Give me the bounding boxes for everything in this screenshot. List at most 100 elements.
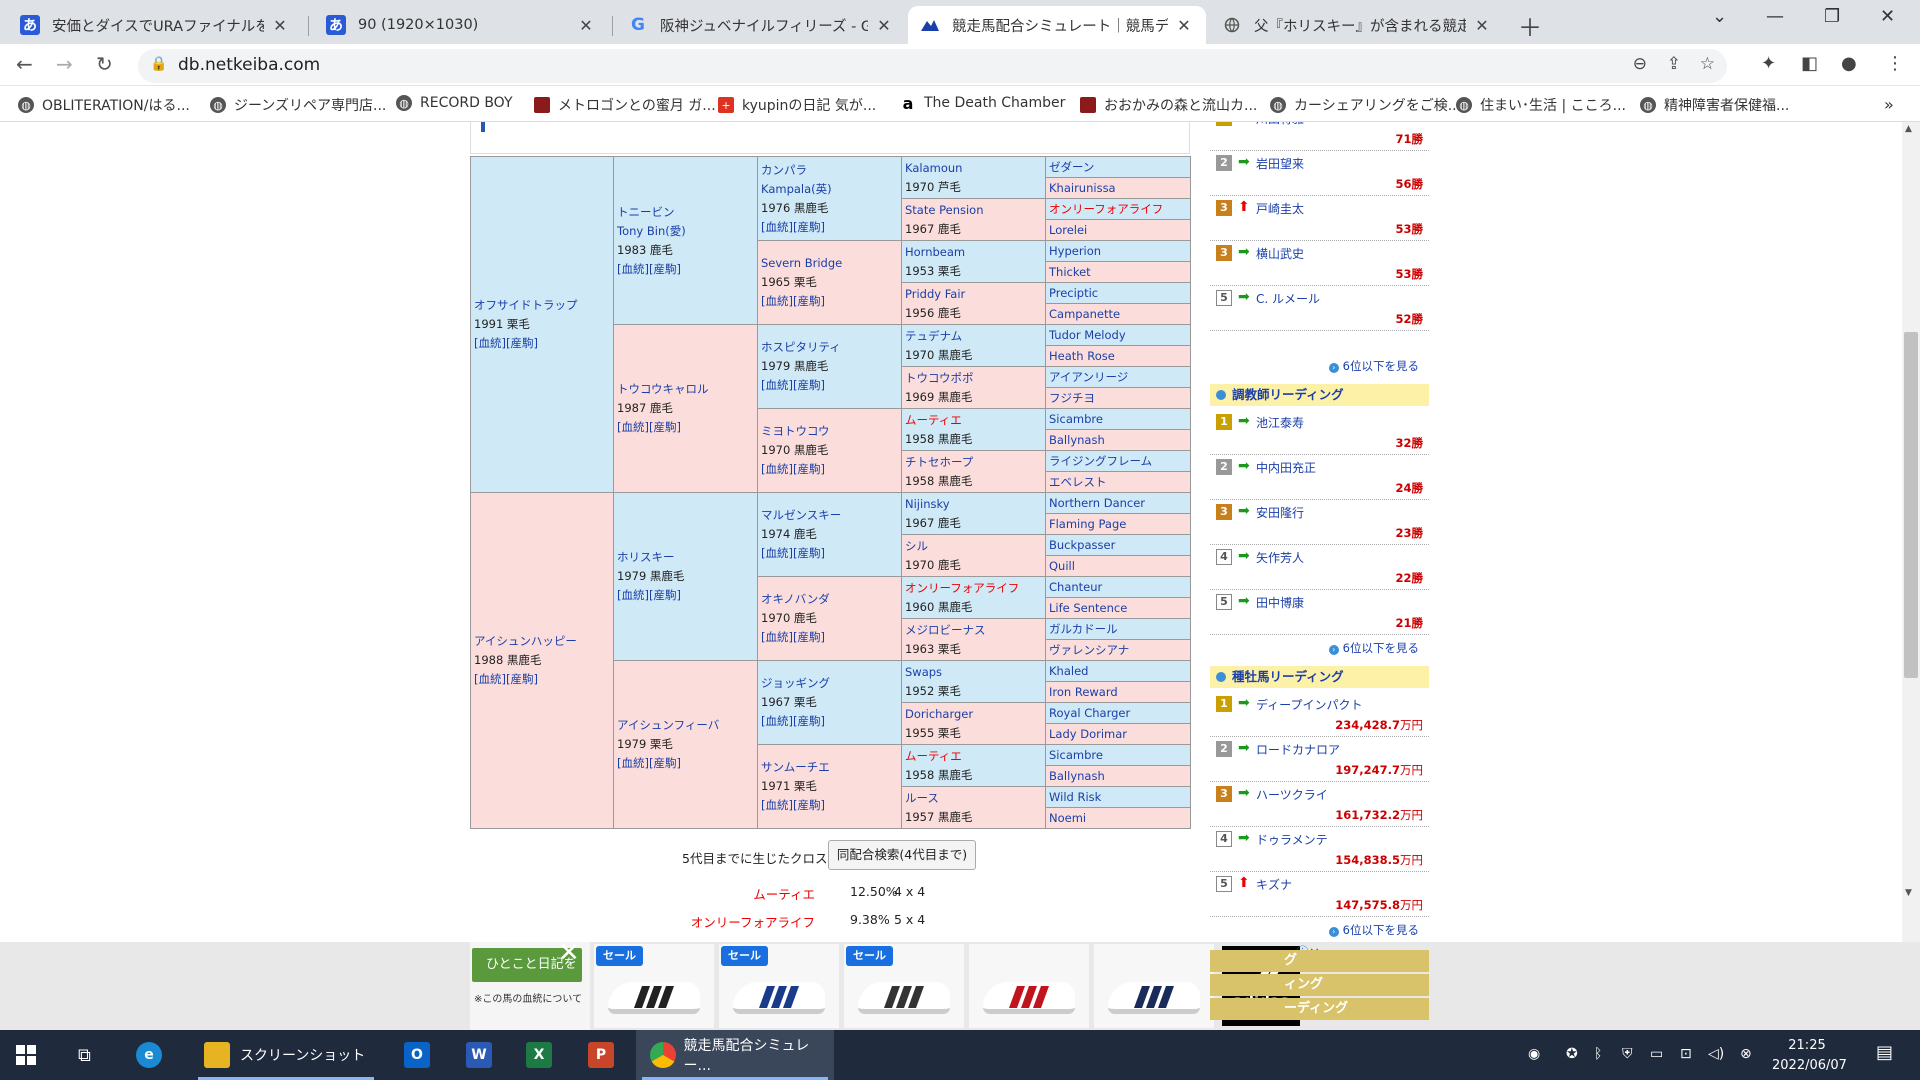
steam-icon[interactable]: ◉ — [1528, 1046, 1540, 1062]
horse-name-link[interactable]: Lady Dorimar — [1049, 727, 1127, 741]
horse-name-link[interactable]: トウコウキャロル — [617, 382, 709, 396]
bloodline-links[interactable]: [血統][産駒] — [761, 798, 825, 812]
horse-name-link[interactable]: トウコウポポ — [905, 371, 974, 385]
horse-name-link[interactable]: Noemi — [1049, 811, 1086, 825]
horse-name-link[interactable]: カンパラ — [761, 163, 807, 177]
horse-name-link[interactable]: Priddy Fair — [905, 287, 965, 301]
horse-name-link[interactable]: トニービン — [617, 205, 675, 219]
horse-name-link[interactable]: Ballynash — [1049, 769, 1105, 783]
horse-name-link[interactable]: Sicambre — [1049, 748, 1103, 762]
bloodline-links[interactable]: [血統][産駒] — [761, 220, 825, 234]
ranking-name-link[interactable]: 池江泰寿 — [1256, 414, 1304, 431]
horse-name-link[interactable]: ムーティエ — [905, 749, 962, 763]
horse-name-link[interactable]: Life Sentence — [1049, 601, 1127, 615]
horse-name-link[interactable]: ライジングフレーム — [1049, 454, 1152, 468]
horse-name-link[interactable]: Buckpasser — [1049, 538, 1115, 552]
forward-icon[interactable]: → — [56, 52, 73, 76]
ad-shoe-item[interactable]: セール — [594, 944, 714, 1028]
bloodline-links[interactable]: [血統][産駒] — [761, 630, 825, 644]
ranking-name-link[interactable]: ハーツクライ — [1256, 786, 1328, 803]
horse-name-link[interactable]: Wild Risk — [1049, 790, 1101, 804]
horse-name-link[interactable]: Royal Charger — [1049, 706, 1130, 720]
horse-name-link[interactable]: オキノバンダ — [761, 592, 830, 606]
close-tab-icon[interactable]: ✕ — [874, 16, 894, 35]
horse-name-link[interactable]: オンリーフォアライフ — [1049, 202, 1163, 216]
bloodline-links[interactable]: [血統][産駒] — [761, 378, 825, 392]
scroll-down-icon[interactable]: ▼ — [1905, 888, 1912, 898]
maximize-icon[interactable]: ❐ — [1824, 6, 1840, 27]
bookmark-2[interactable]: ◍ ジーンズリペア専門店... — [210, 95, 386, 115]
horse-name-link[interactable]: アイシュンハッピー — [474, 634, 577, 648]
back-icon[interactable]: ← — [16, 52, 33, 76]
horse-name-link[interactable]: State Pension — [905, 203, 984, 217]
bookmark-9[interactable]: ◍ 住まい･生活 | こころ... — [1456, 95, 1626, 115]
bookmark-6[interactable]: a The Death Chamber — [900, 94, 1065, 113]
tab-search-icon[interactable]: ⌄ — [1712, 6, 1727, 27]
browser-tab-4-active[interactable]: 競走馬配合シミュレート｜競馬データ ✕ — [908, 6, 1206, 44]
horse-name-link[interactable]: Doricharger — [905, 707, 973, 721]
horse-name-link[interactable]: Quill — [1049, 559, 1075, 573]
horse-name-link[interactable]: アイアンリージ — [1049, 370, 1128, 384]
horse-name-link[interactable]: Ballynash — [1049, 433, 1105, 447]
bloodline-links[interactable]: [血統][産駒] — [474, 672, 538, 686]
horse-alt-name[interactable]: Kampala(英) — [761, 182, 832, 196]
minimize-icon[interactable]: — — [1766, 6, 1784, 27]
powerpoint-icon[interactable]: P — [588, 1030, 614, 1080]
discord-icon[interactable]: ✪ — [1566, 1046, 1578, 1062]
reload-icon[interactable]: ↻ — [96, 52, 113, 76]
profile-avatar-icon[interactable]: ● — [1841, 53, 1857, 74]
windows-start-icon[interactable] — [16, 1030, 44, 1080]
ranking-name-link[interactable]: 矢作芳人 — [1256, 549, 1304, 566]
ad-shoe-item[interactable]: セール — [844, 944, 964, 1028]
horse-name-link[interactable]: ホスピタリティ — [761, 340, 841, 354]
scroll-up-icon[interactable]: ▲ — [1905, 124, 1912, 134]
bookmark-3[interactable]: ◍ RECORD BOY — [396, 95, 513, 111]
horse-name-link[interactable]: Severn Bridge — [761, 256, 842, 270]
close-tab-icon[interactable]: ✕ — [270, 16, 290, 35]
side-panel-icon[interactable]: ◧ — [1801, 53, 1818, 74]
horse-name-link[interactable]: テュデナム — [905, 329, 962, 343]
browser-tab-2[interactable]: あ 90 (1920×1030) ✕ — [314, 6, 608, 44]
bloodline-links[interactable]: [血統][産駒] — [761, 462, 825, 476]
network-icon[interactable]: ⊡ — [1680, 1046, 1692, 1062]
ranking-name-link[interactable]: 戸崎圭太 — [1256, 200, 1304, 217]
horse-name-link[interactable]: ガルカドール — [1049, 622, 1118, 636]
horse-name-link[interactable]: チトセホープ — [905, 455, 973, 469]
bookmark-7[interactable]: おおかみの森と流山カ... — [1080, 95, 1257, 115]
close-tab-icon[interactable]: ✕ — [576, 16, 596, 35]
battery-icon[interactable]: ▭ — [1650, 1046, 1663, 1062]
ad-shoe-item[interactable] — [969, 944, 1089, 1028]
ad-shoe-item[interactable]: セール — [719, 944, 839, 1028]
ranking-name-link[interactable]: 田中博康 — [1256, 594, 1304, 611]
horse-name-link[interactable]: ミヨトウコウ — [761, 424, 830, 438]
taskbar-chrome[interactable]: 競走馬配合シミュレー... — [636, 1030, 834, 1080]
horse-name-link[interactable]: Preciptic — [1049, 286, 1098, 300]
new-tab-button[interactable]: ＋ — [1518, 8, 1542, 43]
same-cross-search-button[interactable]: 同配合検索(4代目まで) — [828, 840, 976, 870]
horse-name-link[interactable]: Tudor Melody — [1049, 328, 1126, 342]
horse-name-link[interactable]: Campanette — [1049, 307, 1120, 321]
horse-name-link[interactable]: Flaming Page — [1049, 517, 1126, 531]
horse-name-link[interactable]: Iron Reward — [1049, 685, 1118, 699]
excel-icon[interactable]: X — [526, 1030, 552, 1080]
notification-icon[interactable]: ▤ — [1876, 1042, 1893, 1063]
horse-name-link[interactable]: フジチヨ — [1049, 391, 1095, 405]
ranking-name-link[interactable]: ドゥラメンテ — [1256, 831, 1328, 848]
horse-name-link[interactable]: ゼダーン — [1049, 160, 1094, 174]
horse-name-link[interactable]: Heath Rose — [1049, 349, 1115, 363]
menu-kebab-icon[interactable]: ⋮ — [1886, 53, 1904, 74]
bookmark-1[interactable]: ◍ OBLITERATION/はる... — [18, 95, 190, 115]
ranking-name-link[interactable]: 横山武史 — [1256, 245, 1304, 262]
ranking-name-link[interactable]: 中内田充正 — [1256, 459, 1316, 476]
horse-name-link[interactable]: アイシュンフィーバ — [617, 718, 719, 732]
ranking-name-link[interactable]: 川田将雅 — [1256, 122, 1304, 127]
horse-name-link[interactable]: エベレスト — [1049, 475, 1107, 489]
bloodline-links[interactable]: [血統][産駒] — [617, 588, 681, 602]
url-field[interactable]: 🔒 db.netkeiba.com ⊖ ⇪ ☆ — [138, 49, 1727, 83]
horse-name-link[interactable]: ホリスキー — [617, 550, 675, 564]
ime-icon[interactable]: ⊗ — [1740, 1046, 1752, 1062]
ranking-name-link[interactable]: キズナ — [1256, 876, 1292, 893]
ad-shoe-item[interactable] — [1094, 944, 1214, 1028]
browser-tab-1[interactable]: あ 安価とダイスでURAファイナルを駆け抜 ✕ — [8, 6, 302, 44]
browser-tab-3[interactable]: G 阪神ジュベナイルフィリーズ - Google ✕ — [616, 6, 906, 44]
